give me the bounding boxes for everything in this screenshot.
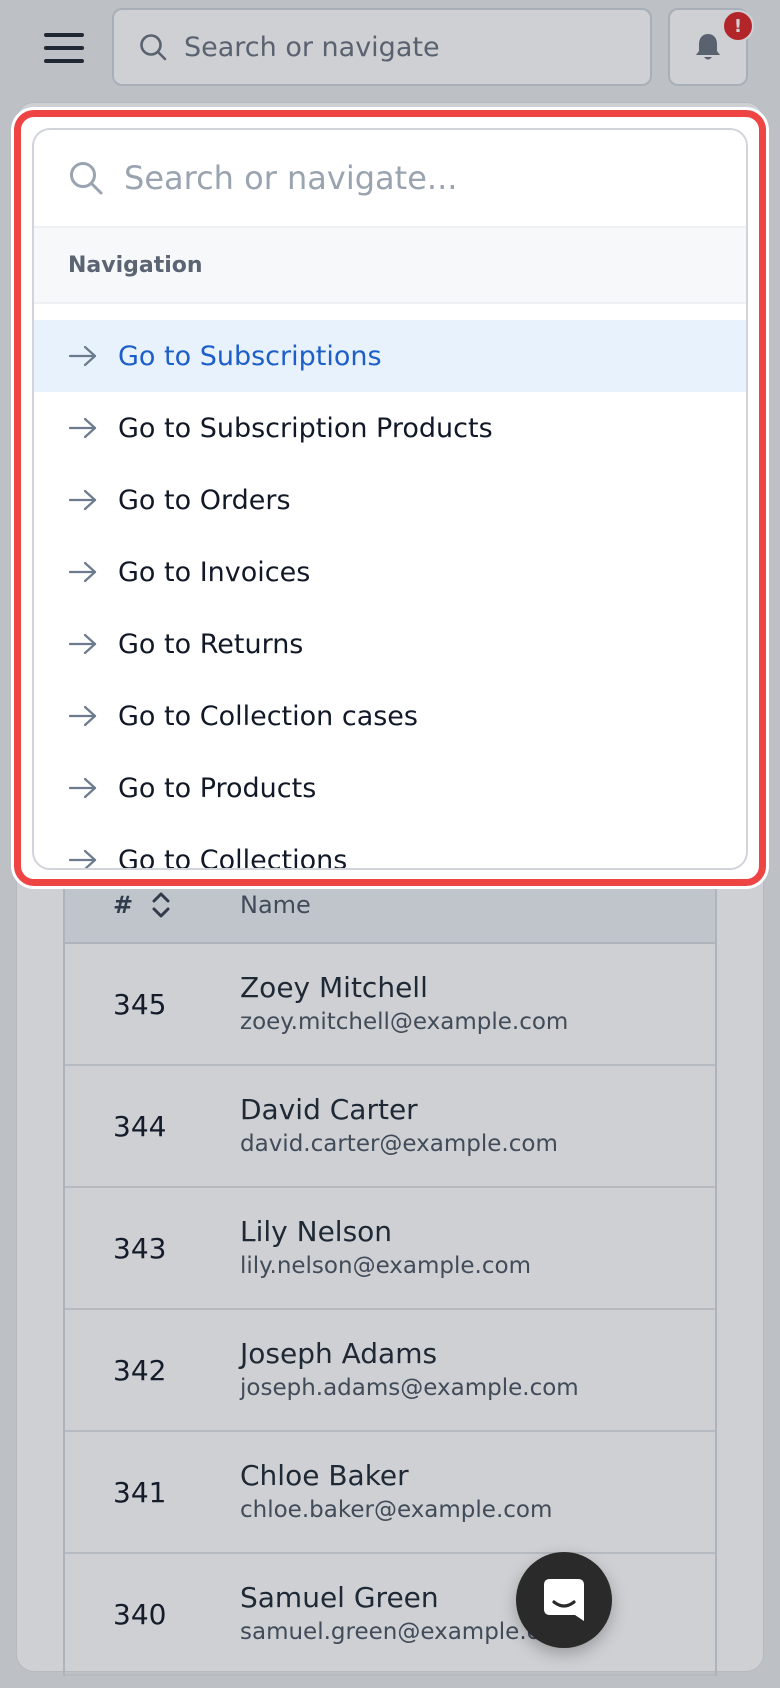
arrow-right-icon [68,704,98,728]
palette-search-input[interactable]: Search or navigate... [34,130,746,228]
palette-item-orders[interactable]: Go to Orders [34,464,746,536]
palette-results-list: Go to Subscriptions Go to Subscription P… [34,304,746,870]
palette-item-label: Go to Subscription Products [118,412,493,444]
palette-item-subscriptions[interactable]: Go to Subscriptions [34,320,746,392]
search-icon [70,162,103,195]
palette-item-collection-cases[interactable]: Go to Collection cases [34,680,746,752]
palette-item-label: Go to Subscriptions [118,340,382,372]
arrow-right-icon [68,344,98,368]
palette-item-label: Go to Collection cases [118,700,418,732]
arrow-right-icon [68,632,98,656]
palette-item-label: Go to Collections [118,844,348,870]
palette-search-placeholder: Search or navigate... [124,159,458,197]
arrow-right-icon [68,776,98,800]
arrow-right-icon [68,416,98,440]
chat-launcher-button[interactable] [516,1552,612,1648]
arrow-right-icon [68,560,98,584]
palette-item-invoices[interactable]: Go to Invoices [34,536,746,608]
palette-item-returns[interactable]: Go to Returns [34,608,746,680]
arrow-right-icon [68,848,98,868]
palette-item-subscription-products[interactable]: Go to Subscription Products [34,392,746,464]
palette-item-products[interactable]: Go to Products [34,752,746,824]
command-palette: Search or navigate... Navigation Go to S… [32,128,748,870]
chat-icon [544,1579,584,1621]
palette-section-heading: Navigation [34,228,746,304]
palette-item-collections[interactable]: Go to Collections [34,824,746,870]
palette-item-label: Go to Products [118,772,317,804]
palette-item-label: Go to Invoices [118,556,311,588]
arrow-right-icon [68,488,98,512]
palette-item-label: Go to Orders [118,484,291,516]
palette-item-label: Go to Returns [118,628,304,660]
